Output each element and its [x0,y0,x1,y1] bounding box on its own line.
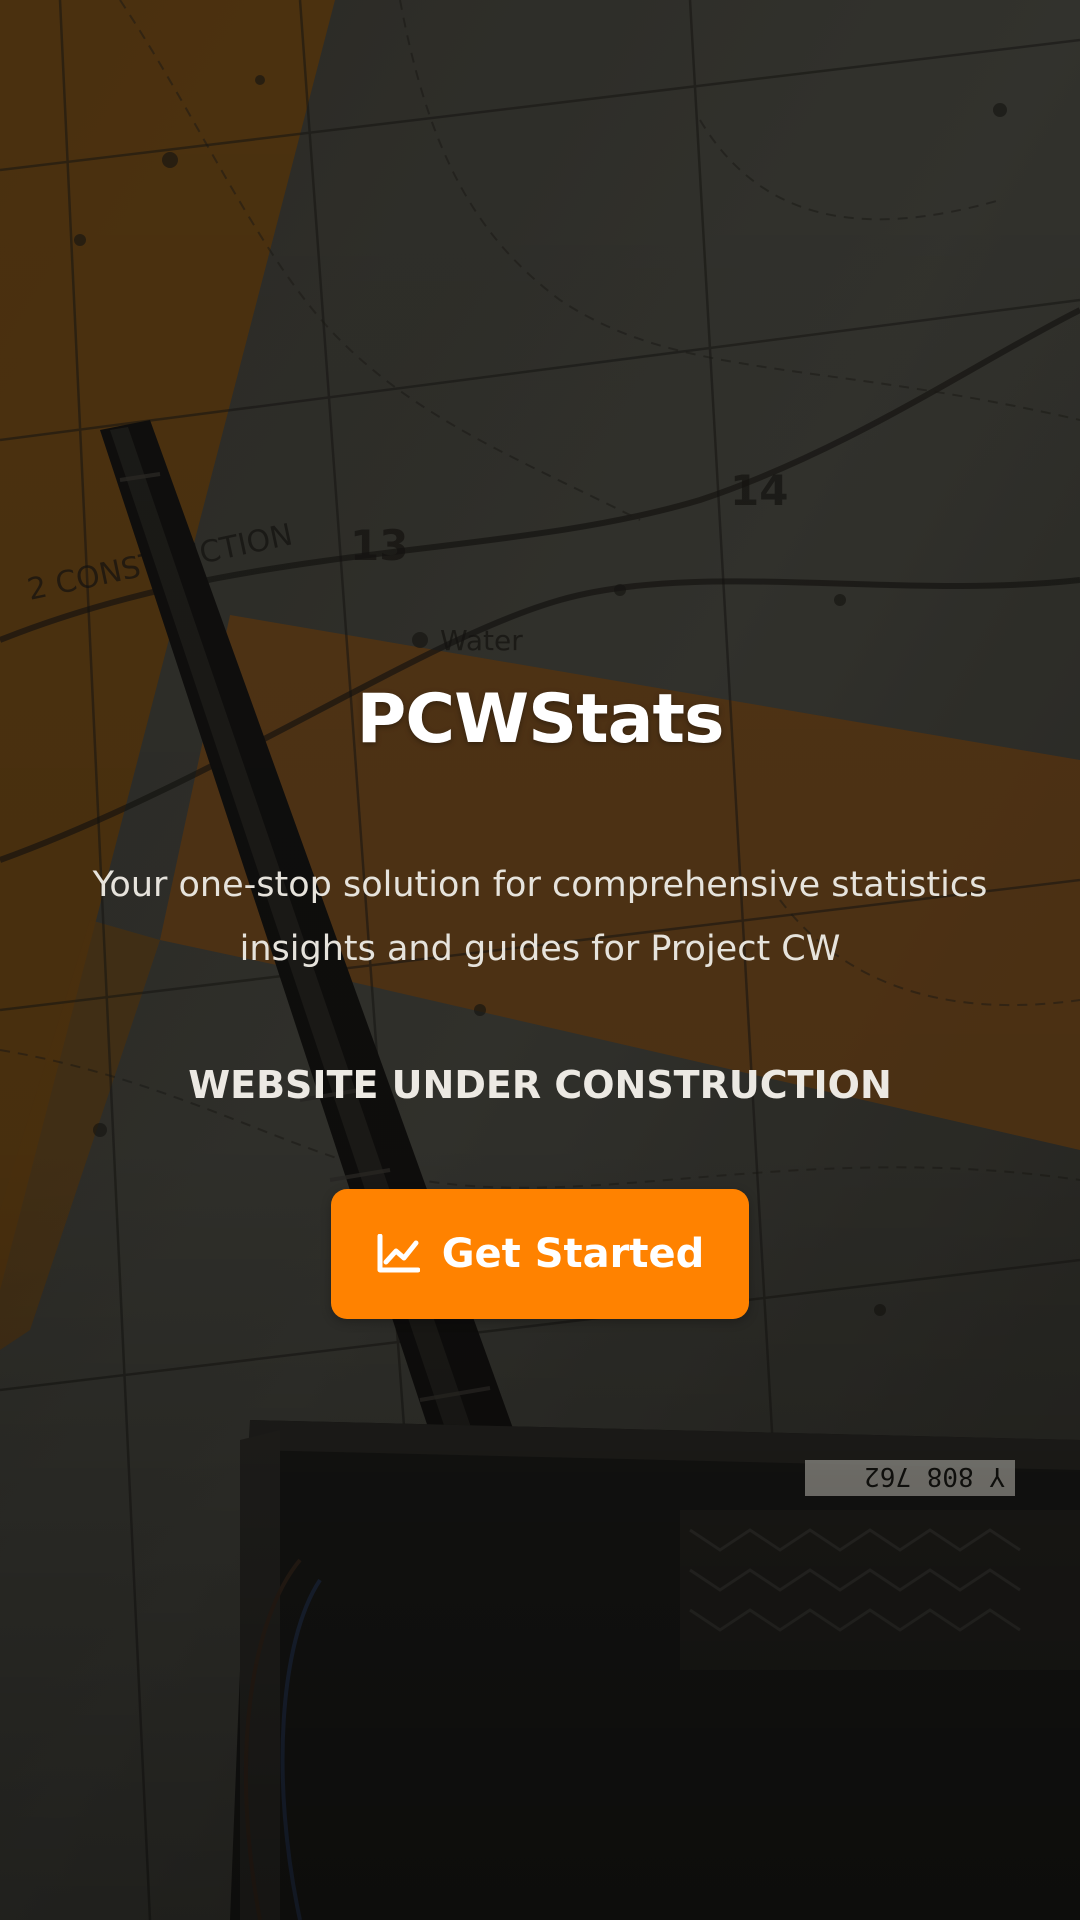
hero-subtitle: Your one-stop solution for comprehensive… [92,865,988,969]
get-started-button[interactable]: Get Started [331,1189,749,1319]
hero-section: PCWStats Your one-stop solution for comp… [0,680,1080,1319]
construction-notice: WEBSITE UNDER CONSTRUCTION [188,1063,892,1107]
site-title: PCWStats [356,680,724,759]
get-started-label: Get Started [441,1231,705,1277]
chart-line-icon [376,1234,420,1274]
landing-page: 2 CONSTRUCTION Water 14 13 [0,0,1080,1920]
